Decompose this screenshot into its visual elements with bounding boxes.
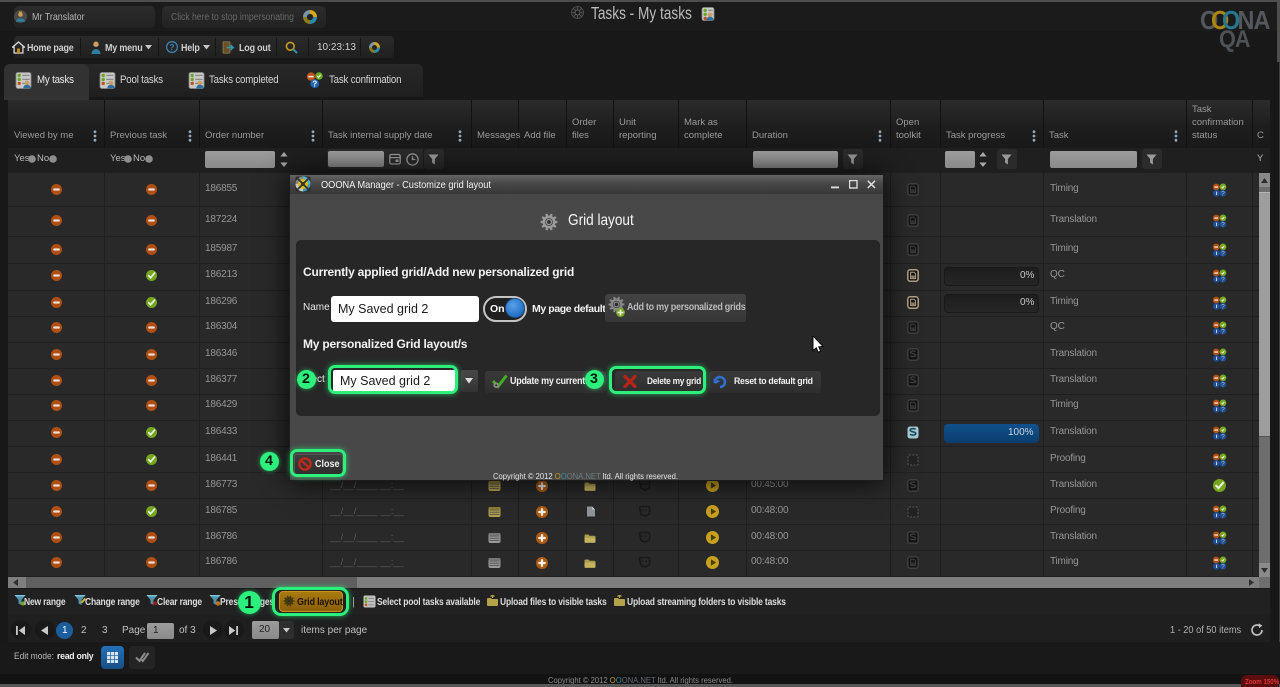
svg-text:?: ? (1221, 407, 1225, 413)
svg-text:?: ? (1221, 191, 1225, 197)
svg-text:?: ? (170, 43, 175, 52)
svg-text:?: ? (1221, 539, 1225, 545)
svg-text:?: ? (1221, 222, 1225, 228)
svg-text:?: ? (1221, 277, 1225, 283)
svg-text:?: ? (1221, 513, 1225, 519)
svg-text:?: ? (1221, 461, 1225, 467)
svg-text:?: ? (1221, 382, 1225, 388)
svg-text:?: ? (1221, 356, 1225, 362)
svg-text:?: ? (1221, 304, 1225, 310)
svg-text:?: ? (1221, 329, 1225, 335)
svg-text:?: ? (1221, 564, 1225, 570)
svg-text:?: ? (1221, 434, 1225, 440)
svg-text:?: ? (1221, 251, 1225, 257)
svg-text:?: ? (312, 80, 317, 89)
